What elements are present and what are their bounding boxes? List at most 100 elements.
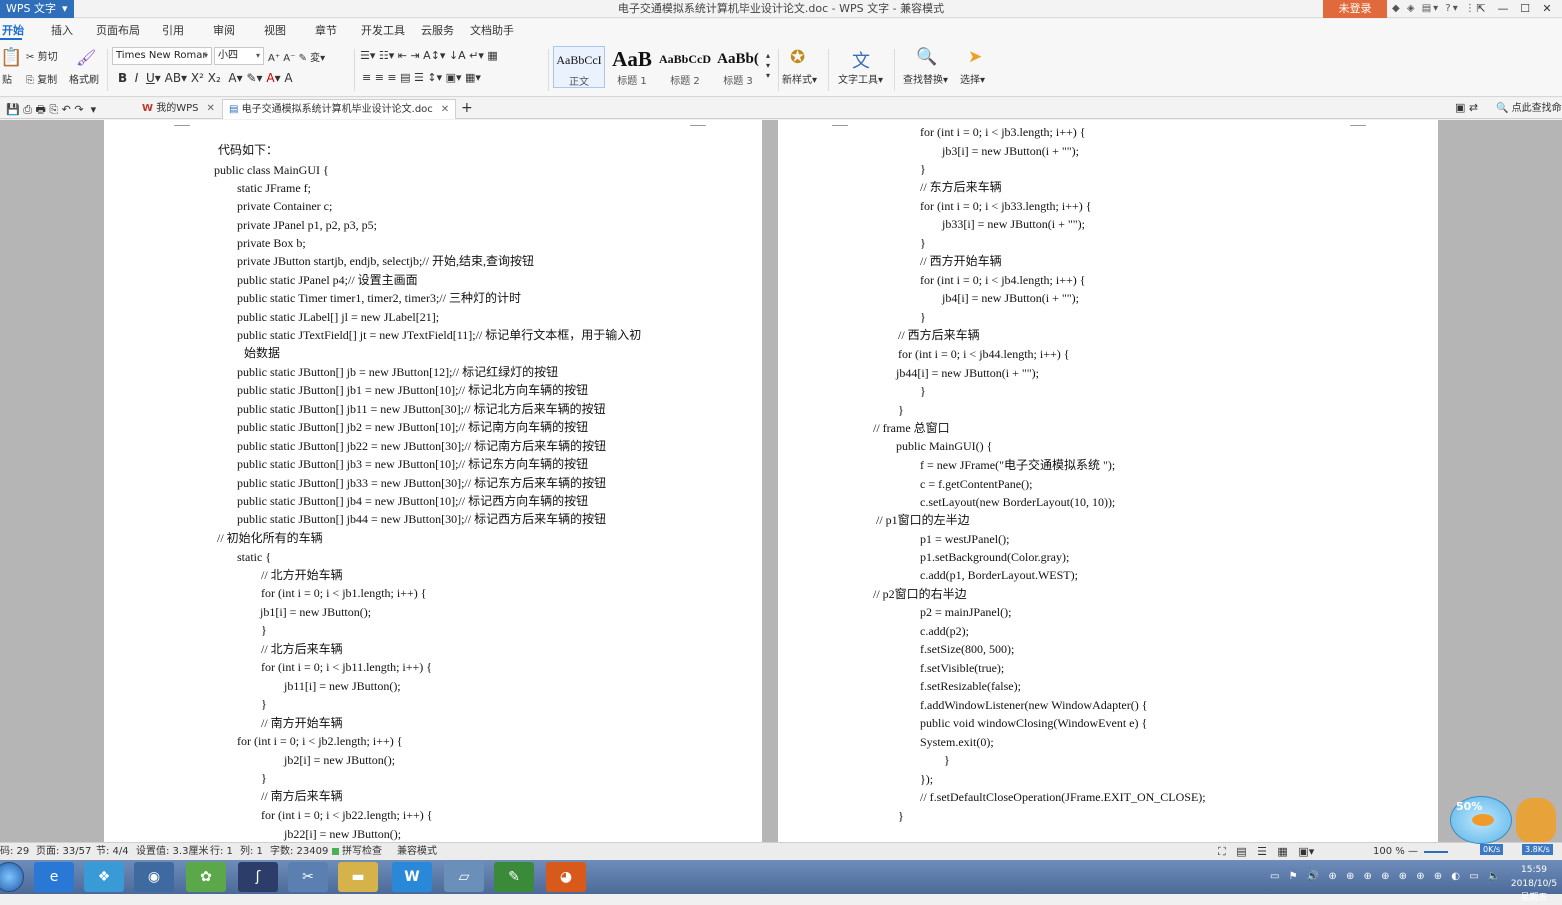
menu-doc-assistant[interactable]: 文档助手 <box>470 19 514 43</box>
font-size-select[interactable]: 小四 ▾ <box>214 47 264 65</box>
document-page-left[interactable]: 代码如下： public class MainGUI {static JFrame… <box>104 120 762 842</box>
sidebar-toggle-icons[interactable]: ▣ ⇄ <box>1455 101 1478 114</box>
code-line: } <box>944 753 950 767</box>
status-setting-value: 设置值: 3.3厘米 <box>136 846 209 857</box>
clock-time: 15:59 <box>1521 865 1547 875</box>
code-line: public static JButton[] jb22 = new JButt… <box>237 439 607 453</box>
format-painter-button[interactable]: 格式刷 <box>69 71 99 86</box>
new-tab-icon[interactable]: + <box>461 100 473 116</box>
status-line-number: 码: 29 <box>0 846 30 857</box>
code-line: private Box b; <box>237 236 306 250</box>
menu-developer[interactable]: 开发工具 <box>361 19 405 43</box>
style-heading-2[interactable]: AaBbCcD 标题 2 <box>659 46 711 88</box>
code-line: public static JButton[] jb4 = new JButto… <box>237 494 589 508</box>
status-compat-mode: 兼容模式 <box>397 846 437 857</box>
menu-chapter[interactable]: 章节 <box>315 19 337 43</box>
copy-button[interactable]: ⎘ 复制 <box>26 71 57 86</box>
app-orange-icon[interactable]: ◕ <box>546 862 586 892</box>
network-speed-widget[interactable]: 50% 0K/s 3.8K/s <box>1446 794 1562 856</box>
close-icon[interactable]: ✕ <box>441 104 449 115</box>
title-toolbar-icons[interactable]: ◆ ◈ ▤▾ ?▾ ⋮ <box>1392 0 1477 18</box>
tools-icon[interactable]: ✂ <box>288 862 328 892</box>
list-indent-buttons[interactable]: ☰▾ ☷▾ ⇤ ⇥ A↕▾ ↓A ↵▾ ▦ <box>360 49 498 62</box>
tab-document[interactable]: ▤ 电子交通模拟系统计算机毕业设计论文.doc ✕ <box>222 99 457 119</box>
window-controls: ⇱ — ☐ ✕ <box>1470 0 1558 18</box>
style-gallery-scroll[interactable]: ▴ ▾ ▾ <box>766 51 770 81</box>
minimize-icon[interactable]: — <box>1492 0 1514 18</box>
style-normal[interactable]: AaBbCcI 正文 <box>553 46 605 88</box>
document-page-right[interactable]: for (int i = 0; i < jb3.length; i++) { jb… <box>778 120 1438 842</box>
paragraph-align-buttons[interactable]: ≡ ≡ ≡ ▤ ☰ ↕▾ ▣▾ ▦▾ <box>362 71 481 84</box>
menu-page-layout[interactable]: 页面布局 <box>96 19 140 43</box>
format-painter-icon[interactable]: 🖌 <box>76 48 96 67</box>
zoom-level[interactable]: 100 % <box>1373 843 1405 861</box>
font-format-buttons[interactable]: B I U▾ AB▾ X² X₂ A▾ ✎▾ A▾ A <box>118 71 293 85</box>
menu-review[interactable]: 审阅 <box>213 19 235 43</box>
font-name-select[interactable]: Times New Romar ▾ <box>112 47 212 65</box>
code-line: public class MainGUI { <box>214 163 329 177</box>
code-line: for (int i = 0; i < jb3.length; i++) { <box>920 125 1086 139</box>
code-line: for (int i = 0; i < jb22.length; i++) { <box>261 808 433 822</box>
paste-icon[interactable]: 📋 <box>0 47 22 68</box>
restore-icon[interactable]: ⇱ <box>1470 0 1492 18</box>
ie-icon[interactable]: e <box>34 862 74 892</box>
code-line: public static JButton[] jb11 = new JButt… <box>237 402 606 416</box>
app-paper-icon[interactable]: ▱ <box>444 862 484 892</box>
style-heading-1[interactable]: AaB 标题 1 <box>606 46 658 88</box>
find-replace-button[interactable]: 查找替换▾ <box>903 71 948 86</box>
text-tools-label: 文字工具 <box>838 75 878 86</box>
new-style-label: 新样式 <box>782 75 812 86</box>
status-spell-check[interactable]: 拼写检查 <box>332 843 382 861</box>
paste-button[interactable]: 贴 <box>2 71 12 86</box>
code-line: f = new JFrame("电子交通模拟系统 "); <box>920 458 1116 472</box>
code-line: jb44[i] = new JButton(i + ""); <box>896 366 1039 380</box>
folder-icon[interactable]: ▬ <box>338 862 378 892</box>
code-line: System.exit(0); <box>920 735 994 749</box>
menu-insert[interactable]: 插入 <box>51 19 73 43</box>
zoom-slider[interactable] <box>1424 851 1448 853</box>
wps-writer-icon[interactable]: W <box>392 862 432 892</box>
maximize-icon[interactable]: ☐ <box>1514 0 1536 18</box>
menu-cloud[interactable]: 云服务 <box>421 19 454 43</box>
login-button[interactable]: 未登录 <box>1323 0 1387 18</box>
start-button-icon[interactable] <box>0 862 24 892</box>
system-tray-icons[interactable]: ▭ ⚑ 🔊 ⊕ ⊕ ⊕ ⊕ ⊕ ⊕ ⊕ ◐ ▭ 🔈 <box>1270 860 1503 894</box>
font-grow-shrink-buttons[interactable]: A⁺ A⁻ ✎ 変▾ <box>268 49 325 64</box>
system-clock[interactable]: 15:59 2018/10/5 星期五 <box>1506 863 1562 905</box>
code-line: p1.setBackground(Color.gray); <box>920 550 1070 564</box>
status-word-count[interactable]: 字数: 23409 <box>270 843 328 861</box>
zoom-out-icon[interactable]: — <box>1408 843 1418 861</box>
code-line: public static JButton[] jb = new JButton… <box>237 365 559 379</box>
page-corner-mark <box>1350 120 1366 126</box>
code-line: // p1窗口的左半边 <box>876 513 970 527</box>
style-caption: 标题 2 <box>670 76 700 87</box>
app-green-icon[interactable]: ✿ <box>186 862 226 892</box>
status-page[interactable]: 页面: 33/57 <box>36 843 91 861</box>
app-blue-icon[interactable]: ❖ <box>84 862 124 892</box>
search-icon: 🔍 <box>1496 103 1509 114</box>
page-corner-mark <box>690 120 706 126</box>
command-search[interactable]: 🔍 点此查找命 <box>1496 98 1562 119</box>
menu-view[interactable]: 视图 <box>264 19 286 43</box>
quick-access-icons[interactable]: 💾 ⎙ 🖶 ⎘ ↶ ↷ ▾ <box>6 101 96 120</box>
spreadsheet-icon[interactable]: ✎ <box>494 862 534 892</box>
close-icon[interactable]: ✕ <box>1536 0 1558 18</box>
tab-my-wps[interactable]: W 我的WPS ✕ <box>136 99 221 119</box>
code-line: } <box>920 310 926 324</box>
code-line: // 西方后来车辆 <box>898 328 980 342</box>
menu-references[interactable]: 引用 <box>162 19 184 43</box>
text-tools-button[interactable]: 文字工具▾ <box>838 71 883 86</box>
code-line: private JPanel p1, p2, p3, p5; <box>237 218 377 232</box>
code-line: } <box>920 162 926 176</box>
new-style-button[interactable]: 新样式▾ <box>782 71 817 86</box>
style-heading-3[interactable]: AaBb(标题 3 <box>712 46 764 88</box>
close-icon[interactable]: ✕ <box>206 103 214 114</box>
code-line: public static JButton[] jb2 = new JButto… <box>237 420 589 434</box>
code-line: c.add(p2); <box>920 624 969 638</box>
chrome-icon[interactable]: ◉ <box>134 862 174 892</box>
app-dark-icon[interactable]: ʃ <box>238 862 278 892</box>
select-button[interactable]: 选择▾ <box>960 71 985 86</box>
cut-button[interactable]: ✂ 剪切 <box>26 48 58 63</box>
chevron-down-icon: ▾ <box>203 51 208 60</box>
view-mode-buttons[interactable]: ⛶ ▤ ☰ ▦ ▣▾ <box>1218 843 1314 861</box>
